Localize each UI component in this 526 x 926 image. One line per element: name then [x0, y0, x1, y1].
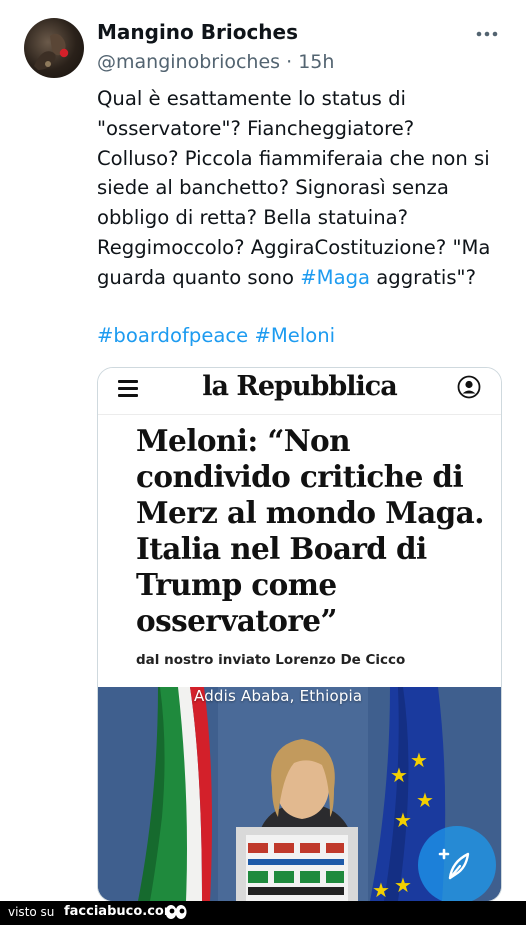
svg-text:★: ★ — [416, 788, 434, 812]
article-header: la Repubblica — [98, 368, 501, 415]
headline-line: condivido critiche di — [136, 459, 464, 494]
svg-text:★: ★ — [410, 748, 428, 772]
headline-line: Italia nel Board di — [136, 531, 427, 566]
hashtag-boardofpeace[interactable]: #boardofpeace — [97, 324, 248, 347]
tweet-timestamp[interactable]: 15h — [298, 51, 334, 73]
watermark-site: facciabuco.com — [64, 904, 178, 919]
tweet-line: Qual è esattamente lo status di — [97, 87, 406, 110]
headline-line: Merz al mondo Maga. — [136, 495, 484, 530]
svg-text:★: ★ — [394, 873, 412, 897]
meta-separator: · — [286, 51, 293, 73]
svg-text:★: ★ — [390, 763, 408, 787]
newspaper-masthead: la Repubblica — [202, 371, 397, 402]
watermark-bar: visto su facciabuco.com — [0, 901, 526, 925]
tweet-line: siede al banchetto? Signorasì senza — [97, 176, 449, 200]
author-handle[interactable]: @manginobrioches — [97, 51, 280, 73]
tweet-text-segment: guarda quanto sono — [97, 265, 301, 289]
tweet-line: Colluso? Piccola fiammiferaia che non si — [97, 146, 490, 170]
hashtag-maga[interactable]: #Maga — [300, 266, 370, 289]
user-icon[interactable] — [456, 374, 482, 400]
avatar-image — [34, 33, 69, 70]
hashtag-row: #boardofpeace #Meloni — [97, 321, 335, 351]
article-headline: Meloni: “Non condivido critiche di Merz … — [136, 423, 486, 639]
tweet-line: guarda quanto sono #Maga aggratis"? — [97, 263, 515, 293]
compose-icon — [438, 848, 470, 880]
tweet-line: Reggimoccolo? AggiraCostituzione? "Ma — [97, 235, 491, 259]
article-byline: dal nostro inviato Lorenzo De Cicco — [136, 652, 406, 668]
author-name[interactable]: Mangino Brioches — [97, 20, 298, 44]
compose-button[interactable] — [418, 826, 496, 904]
svg-text:★: ★ — [372, 878, 390, 901]
watermark-label: visto su — [8, 905, 55, 919]
media-card[interactable]: la Repubblica Meloni: “Non condivido cri… — [97, 367, 502, 902]
headline-line: Trump come — [136, 567, 337, 602]
tweet-text: Qual è esattamente lo status di "osserva… — [97, 84, 515, 293]
photo-location-caption: Addis Ababa, Ethiopia — [194, 687, 363, 705]
avatar[interactable] — [24, 18, 84, 78]
headline-line: osservatore” — [136, 603, 337, 638]
tweet-line: "osservatore"? Fiancheggiatore? — [97, 116, 415, 140]
more-dots-icon[interactable] — [474, 24, 500, 44]
svg-text:★: ★ — [394, 808, 412, 832]
tweet-line: obbligo di retta? Bella statuina? — [97, 206, 409, 230]
headline-line: Meloni: “Non — [136, 423, 351, 458]
tweet-text-segment: aggratis"? — [370, 265, 476, 289]
hashtag-meloni[interactable]: #Meloni — [254, 324, 335, 347]
podium — [236, 827, 358, 901]
author-meta: @manginobrioches · 15h — [97, 51, 334, 73]
eyes-icon — [164, 902, 188, 922]
